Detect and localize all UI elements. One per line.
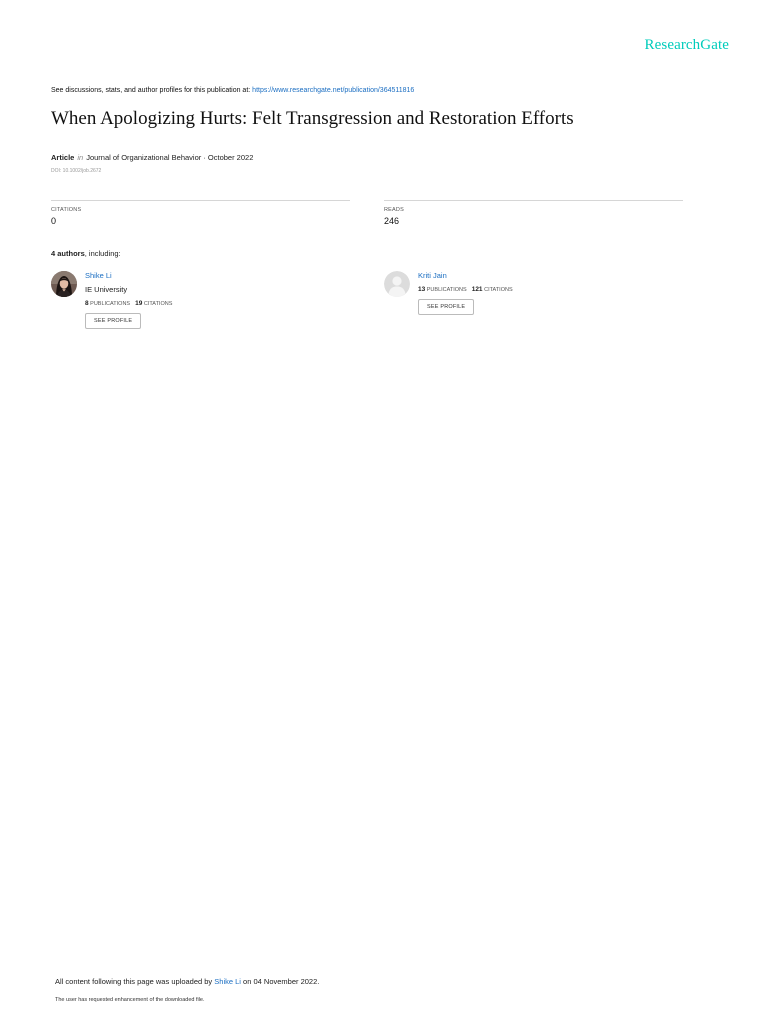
publication-link[interactable]: https://www.researchgate.net/publication… <box>252 87 414 94</box>
see-profile-button[interactable]: SEE PROFILE <box>418 299 475 315</box>
upload-notice: All content following this page was uplo… <box>55 977 319 986</box>
publications-count: 8 <box>85 300 89 307</box>
reads-stat: READS 246 <box>384 200 683 226</box>
author-stats: 13 PUBLICATIONS 121 CITATIONS <box>418 286 513 293</box>
avatar-photo-icon <box>51 271 77 297</box>
publication-meta: Article in Journal of Organizational Behav… <box>51 153 253 162</box>
authors-count: 4 authors <box>51 249 85 258</box>
reads-label: READS <box>384 207 404 213</box>
publication-title: When Apologizing Hurts: Felt Transgressi… <box>51 108 574 129</box>
discussion-line: See discussions, stats, and author profi… <box>51 87 414 94</box>
publication-type: Article <box>51 153 75 162</box>
publications-count: 13 <box>418 286 426 293</box>
publications-label: PUBLICATIONS <box>90 301 131 307</box>
citations-label: CITATIONS <box>484 287 513 293</box>
author-institution: IE University <box>85 285 128 294</box>
upload-prefix: All content following this page was uplo… <box>55 977 215 986</box>
citations-value: 0 <box>51 216 57 226</box>
reads-value: 246 <box>384 216 400 226</box>
author-name[interactable]: Shike Li <box>85 271 172 280</box>
default-avatar-icon <box>384 271 410 297</box>
upload-suffix: on 04 November 2022. <box>240 977 320 986</box>
citations-label: CITATIONS <box>51 207 82 213</box>
in-label: in <box>77 153 84 162</box>
researchgate-logo[interactable]: ResearchGate <box>645 37 729 54</box>
author-avatar-placeholder[interactable] <box>384 271 410 297</box>
author-stats: 8 PUBLICATIONS 19 CITATIONS <box>85 300 172 307</box>
publications-label: PUBLICATIONS <box>426 287 467 293</box>
author-avatar-photo[interactable] <box>51 271 77 297</box>
discussion-text: See discussions, stats, and author profi… <box>51 87 253 94</box>
see-profile-button[interactable]: SEE PROFILE <box>85 313 142 329</box>
uploader-link[interactable]: Shike Li <box>214 977 241 986</box>
citations-stat: CITATIONS 0 <box>51 200 350 226</box>
author-info: Kriti Jain 13 PUBLICATIONS 121 CITATIONS … <box>418 270 513 315</box>
authors-suffix: , including: <box>84 249 121 258</box>
journal-date: Journal of Organizational Behavior · Oct… <box>86 153 254 162</box>
authors-heading: 4 authors, including: <box>51 249 121 258</box>
citations-count: 19 <box>135 300 143 307</box>
enhancement-note: The user has requested enhancement of th… <box>55 997 205 1003</box>
author-name[interactable]: Kriti Jain <box>418 271 513 280</box>
author-info: Shike Li IE University 8 PUBLICATIONS 19 … <box>85 270 172 329</box>
citations-count: 121 <box>471 286 483 293</box>
citations-label: CITATIONS <box>143 301 173 307</box>
doi: DOI: 10.1002/job.2672 <box>51 168 102 174</box>
